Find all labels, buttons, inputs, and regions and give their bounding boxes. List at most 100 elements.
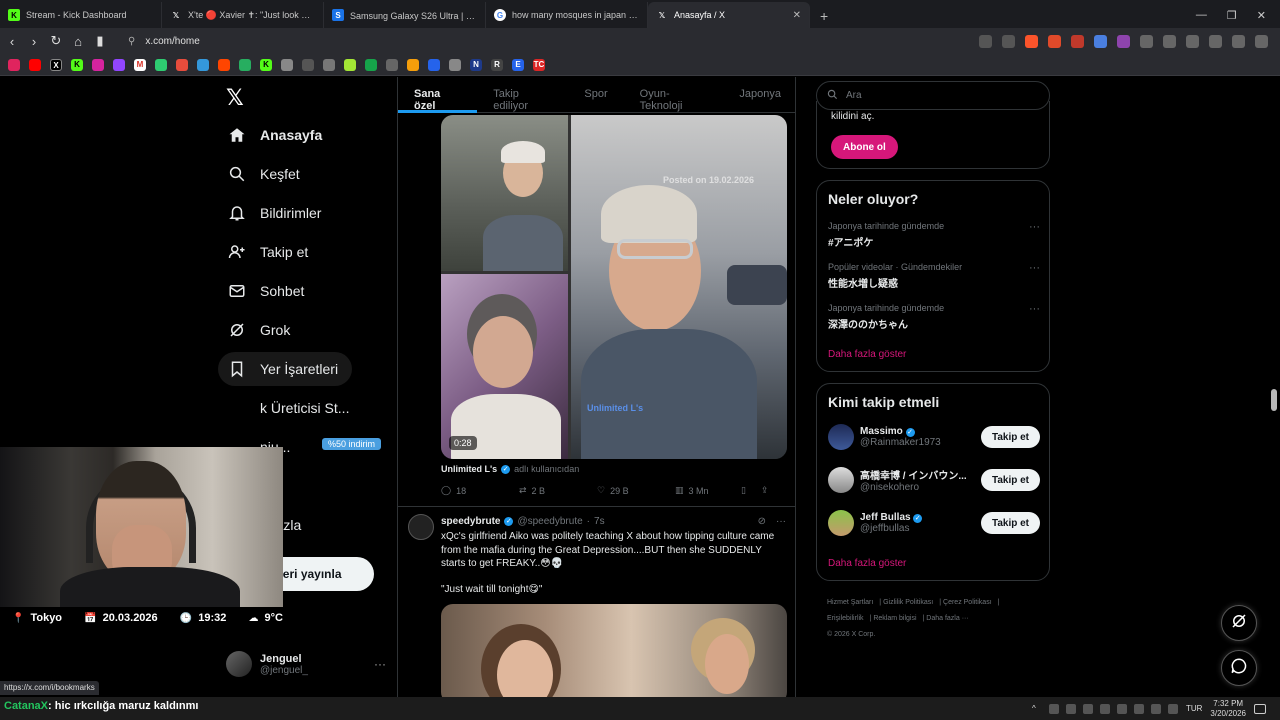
grok-float-button[interactable] bbox=[1221, 605, 1257, 641]
nav-home[interactable]: Anasayfa bbox=[218, 118, 332, 152]
browser-tab-active[interactable]: 𝕏 Anasayfa / X ✕ bbox=[648, 2, 810, 28]
bookmark-icon[interactable]: E bbox=[512, 58, 524, 71]
bookmark-icon[interactable] bbox=[302, 58, 314, 71]
nav-explore[interactable]: Keşfet bbox=[218, 157, 310, 191]
tab-japan[interactable]: Japonya bbox=[723, 77, 795, 113]
search-input[interactable]: Ara bbox=[816, 81, 1050, 110]
youtube-icon[interactable] bbox=[29, 58, 41, 71]
bookmark-icon[interactable] bbox=[323, 58, 335, 71]
nav-bookmarks[interactable]: Yer İşaretleri bbox=[218, 352, 352, 386]
media-icon[interactable] bbox=[1232, 34, 1245, 48]
tweet-time[interactable]: 7s bbox=[594, 516, 605, 527]
nav-grok[interactable]: Grok bbox=[218, 313, 300, 347]
brave-shield-icon[interactable] bbox=[1025, 34, 1038, 48]
reply-button[interactable]: ◯ 18 bbox=[441, 485, 519, 496]
author-handle[interactable]: @speedybrute bbox=[517, 516, 582, 527]
follow-suggestion[interactable]: Jeff Bullas ✓ @jeffbullas Takip et bbox=[828, 508, 1040, 538]
sidebar-icon[interactable] bbox=[1163, 34, 1176, 48]
forward-icon[interactable]: › bbox=[24, 34, 44, 49]
tray-icon[interactable] bbox=[1116, 703, 1127, 714]
like-button[interactable]: ♡ 29 B bbox=[597, 485, 675, 496]
tab-sports[interactable]: Spor bbox=[568, 77, 623, 113]
more-options-icon[interactable]: ··· bbox=[1029, 221, 1040, 233]
puzzle-icon[interactable] bbox=[1140, 34, 1153, 48]
subscribe-button[interactable]: Abone ol bbox=[831, 135, 898, 159]
bookmark-icon[interactable] bbox=[365, 58, 377, 71]
volume-icon[interactable] bbox=[1167, 703, 1178, 714]
bookmark-icon[interactable] bbox=[176, 58, 188, 71]
extension-icon[interactable] bbox=[1048, 34, 1061, 48]
bookmark-icon[interactable] bbox=[449, 58, 461, 71]
bookmark-icon[interactable] bbox=[407, 58, 419, 71]
footer-link[interactable]: Reklam bilgisi bbox=[873, 615, 916, 622]
instagram-icon[interactable] bbox=[92, 58, 104, 71]
download-icon[interactable] bbox=[1209, 34, 1222, 48]
follow-button[interactable]: Takip et bbox=[980, 469, 1040, 491]
reload-icon[interactable]: ↻ bbox=[46, 33, 66, 49]
repost-button[interactable]: ⇄ 2 B bbox=[519, 485, 597, 496]
footer-link[interactable]: Gizlilik Politikası bbox=[883, 599, 933, 606]
more-options-icon[interactable]: ··· bbox=[776, 516, 786, 527]
tray-icon[interactable] bbox=[1065, 703, 1076, 714]
more-options-icon[interactable]: ··· bbox=[1029, 303, 1040, 315]
bookmark-icon[interactable] bbox=[155, 58, 167, 71]
browser-tab[interactable]: G how many mosques in japan - Google bbox=[486, 2, 648, 28]
attribution-author[interactable]: Unlimited L's bbox=[441, 464, 497, 474]
kick-bookmark-icon[interactable]: K bbox=[260, 58, 272, 71]
more-options-icon[interactable]: ··· bbox=[374, 657, 386, 671]
wallet-icon[interactable] bbox=[1186, 34, 1199, 48]
messages-float-button[interactable] bbox=[1221, 650, 1257, 686]
chevron-up-icon[interactable]: ^ bbox=[1032, 704, 1042, 714]
bookmark-icon[interactable]: TC bbox=[533, 58, 545, 71]
url-field[interactable]: ⚲ x.com/home bbox=[128, 36, 200, 47]
show-more-link[interactable]: Daha fazla göster bbox=[828, 349, 906, 360]
site-info-icon[interactable]: ⚲ bbox=[128, 36, 135, 47]
back-icon[interactable]: ‹ bbox=[2, 34, 22, 49]
x-bookmark-icon[interactable]: X bbox=[50, 58, 62, 71]
home-button-icon[interactable]: ⌂ bbox=[68, 34, 88, 49]
wifi-icon[interactable] bbox=[1150, 703, 1161, 714]
gmail-icon[interactable]: M bbox=[134, 58, 146, 71]
author-name[interactable]: speedybrute bbox=[441, 516, 500, 527]
tweet-media[interactable] bbox=[441, 604, 787, 697]
footer-link[interactable]: Çerez Politikası bbox=[943, 599, 992, 606]
more-options-icon[interactable]: ··· bbox=[1029, 262, 1040, 274]
footer-link[interactable]: Erişilebilirlik bbox=[827, 615, 864, 622]
notification-icon[interactable] bbox=[1254, 703, 1266, 714]
tab-following[interactable]: Takip ediliyor bbox=[477, 77, 568, 113]
language-indicator[interactable]: TUR bbox=[1186, 704, 1202, 713]
nav-notifications[interactable]: Bildirimler bbox=[218, 196, 331, 230]
follow-suggestion[interactable]: 高橋幸博 / インバウン... @nisekohero Takip et bbox=[828, 465, 1040, 495]
tray-icon[interactable] bbox=[1099, 703, 1110, 714]
account-switcher[interactable]: Jenguel @jenguel_ ··· bbox=[226, 649, 386, 679]
scrollbar-thumb[interactable] bbox=[1271, 389, 1277, 411]
twitch-icon[interactable] bbox=[113, 58, 125, 71]
minimize-icon[interactable]: — bbox=[1196, 9, 1207, 22]
nav-chat[interactable]: Sohbet bbox=[218, 274, 314, 308]
browser-tab[interactable]: S Samsung Galaxy S26 Ultra | 同時購入 bbox=[324, 2, 486, 28]
bookmark-icon[interactable] bbox=[197, 58, 209, 71]
trend-item[interactable]: Japonya tarihinde gündemde 深澤ののかちゃん ··· bbox=[828, 303, 1040, 331]
bookmark-icon[interactable] bbox=[344, 58, 356, 71]
nav-follow[interactable]: Takip et bbox=[218, 235, 318, 269]
close-window-icon[interactable]: ✕ bbox=[1257, 9, 1266, 22]
taskbar-clock[interactable]: 7:32 PM 3/20/2026 bbox=[1210, 699, 1246, 719]
bookmark-icon[interactable] bbox=[386, 58, 398, 71]
bookmark-icon[interactable] bbox=[428, 58, 440, 71]
menu-icon[interactable] bbox=[1255, 34, 1268, 48]
browser-tab[interactable]: K Stream - Kick Dashboard bbox=[0, 2, 162, 28]
extension-icon[interactable] bbox=[1071, 34, 1084, 48]
follow-suggestion[interactable]: Massimo ✓ @Rainmaker1973 Takip et bbox=[828, 422, 1040, 452]
new-tab-button[interactable]: + bbox=[810, 8, 838, 28]
share-icon[interactable] bbox=[1002, 34, 1015, 48]
views-button[interactable]: ▥ 3 Mn bbox=[675, 485, 741, 496]
browser-tab[interactable]: 𝕏 X'te 🔴 Xavier ✝: "Just look at her DO bbox=[162, 2, 324, 28]
x-logo-icon[interactable]: 𝕏 bbox=[226, 85, 244, 111]
avatar[interactable] bbox=[408, 514, 434, 540]
extension-icon[interactable] bbox=[1094, 34, 1107, 48]
bookmark-icon[interactable] bbox=[8, 58, 20, 71]
kick-bookmark-icon[interactable]: K bbox=[71, 58, 83, 71]
bookmark-icon[interactable]: N bbox=[470, 58, 482, 71]
nav-creator-studio[interactable]: k Üreticisi St... bbox=[218, 391, 359, 425]
trend-item[interactable]: Popüler videolar · Gündemdekiler 性能水増し疑惑… bbox=[828, 262, 1040, 290]
